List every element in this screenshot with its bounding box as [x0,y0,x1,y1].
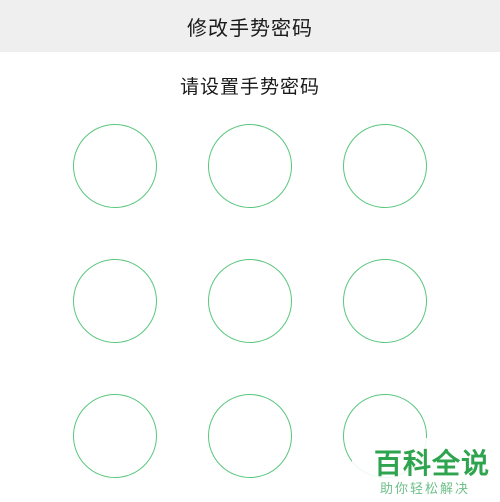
pattern-point-1[interactable] [73,124,157,208]
watermark-title: 百科全说 [374,447,491,480]
watermark-logo: 百科全说 助你轻松解决 [352,438,500,502]
pattern-point-2[interactable] [208,124,292,208]
gesture-pattern-grid[interactable] [0,0,500,502]
pattern-point-8[interactable] [208,394,292,478]
pattern-point-3[interactable] [343,124,427,208]
pattern-point-6[interactable] [343,259,427,343]
pattern-point-4[interactable] [73,259,157,343]
pattern-point-7[interactable] [73,394,157,478]
watermark-subtitle: 助你轻松解决 [380,482,471,497]
pattern-point-5[interactable] [208,259,292,343]
